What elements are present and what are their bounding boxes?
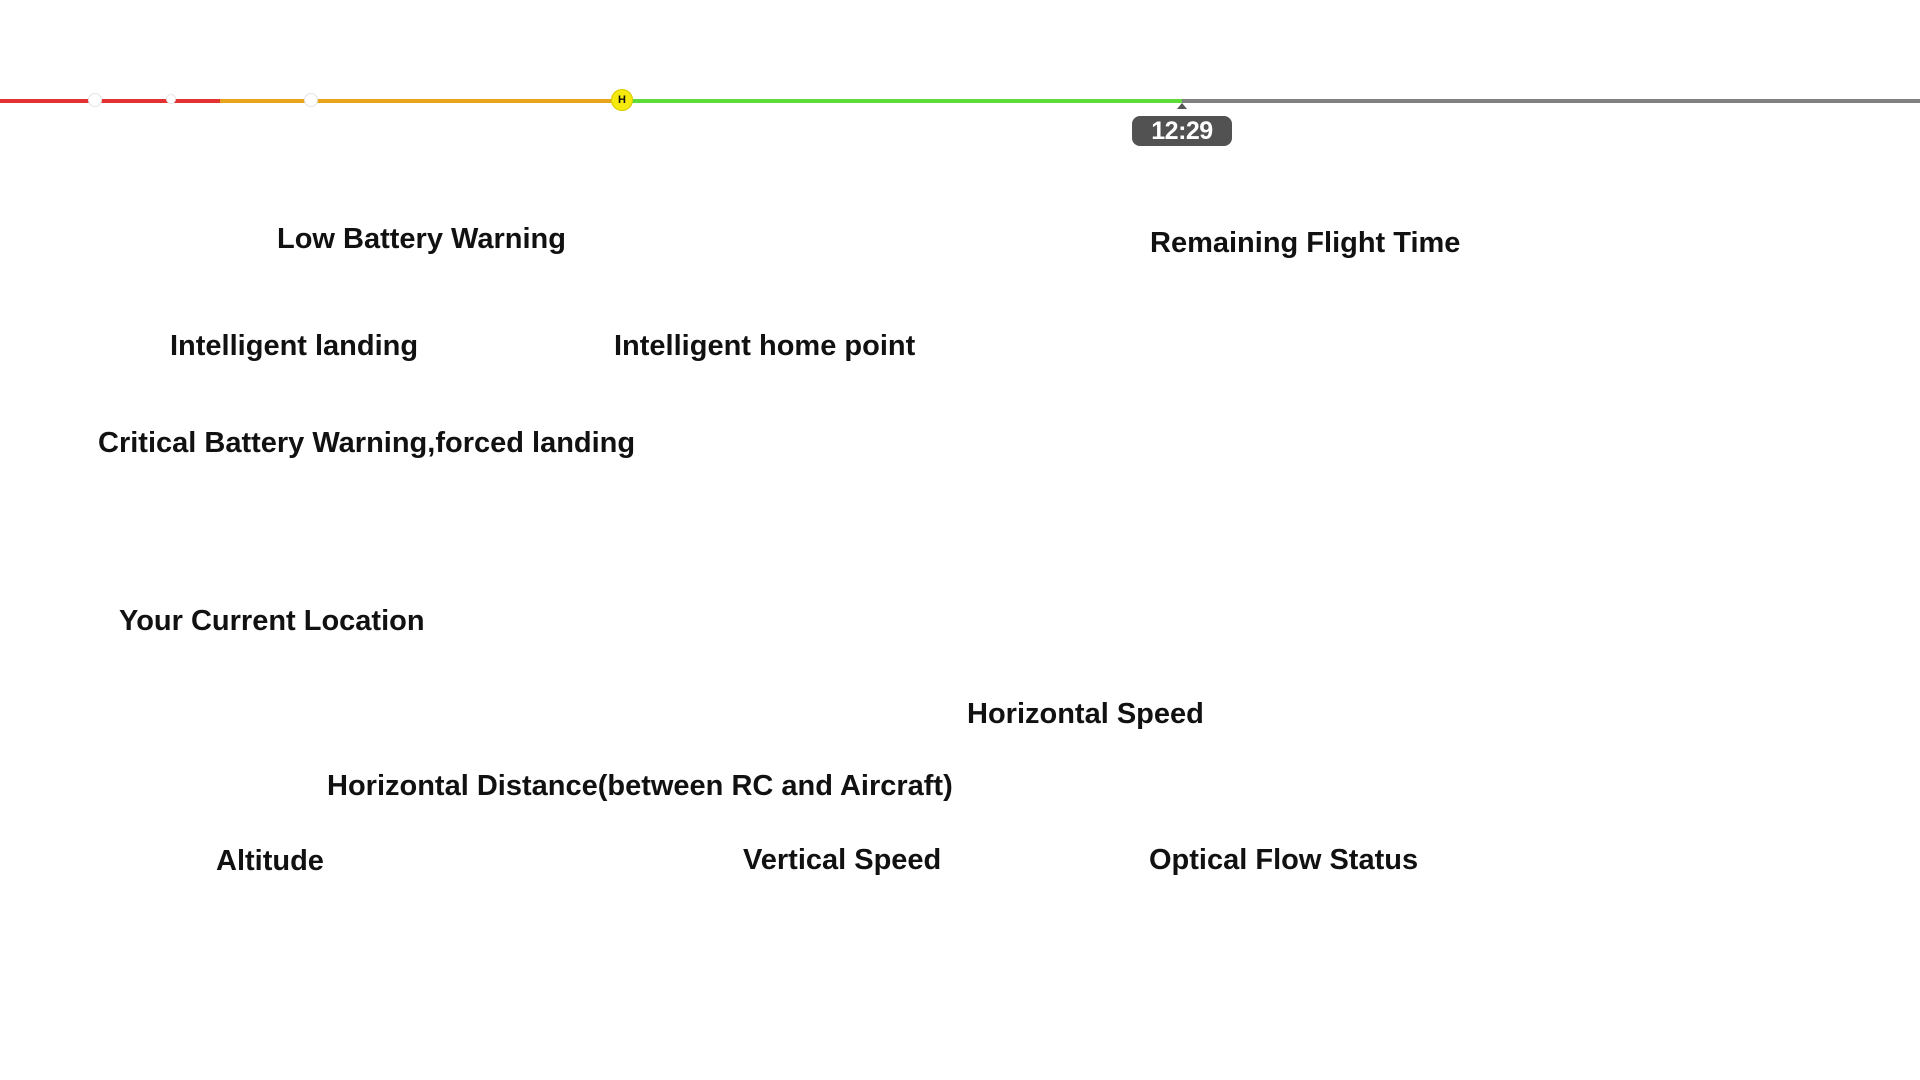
horizontal-speed-label: Horizontal Speed bbox=[967, 698, 1204, 730]
remaining-bar-segment bbox=[1182, 99, 1920, 103]
remaining-flight-time-label: Remaining Flight Time bbox=[1150, 227, 1461, 259]
optical-flow-status-label: Optical Flow Status bbox=[1149, 844, 1419, 876]
low-battery-segment bbox=[220, 99, 622, 103]
vertical-speed-label: Vertical Speed bbox=[743, 844, 942, 876]
critical-battery-segment bbox=[0, 99, 220, 103]
home-point-marker: H bbox=[611, 89, 633, 111]
critical-battery-threshold-marker bbox=[88, 93, 102, 107]
remaining-flight-time-badge: 12:29 bbox=[1132, 116, 1232, 146]
altitude-label: Altitude bbox=[216, 845, 324, 877]
horizontal-distance-label: Horizontal Distance(between RC and Aircr… bbox=[327, 770, 953, 802]
intelligent-landing-marker bbox=[166, 94, 176, 104]
remaining-time-pointer bbox=[1177, 103, 1187, 109]
low-battery-threshold-marker bbox=[304, 93, 318, 107]
intelligent-home-point-label: Intelligent home point bbox=[614, 330, 916, 362]
low-battery-warning-label: Low Battery Warning bbox=[277, 223, 566, 255]
intelligent-landing-label: Intelligent landing bbox=[170, 330, 419, 362]
critical-battery-warning-label: Critical Battery Warning,forced landing bbox=[98, 427, 636, 459]
normal-battery-segment bbox=[622, 99, 1182, 103]
current-location-label: Your Current Location bbox=[119, 605, 425, 637]
battery-level-bar: H bbox=[0, 89, 1920, 111]
